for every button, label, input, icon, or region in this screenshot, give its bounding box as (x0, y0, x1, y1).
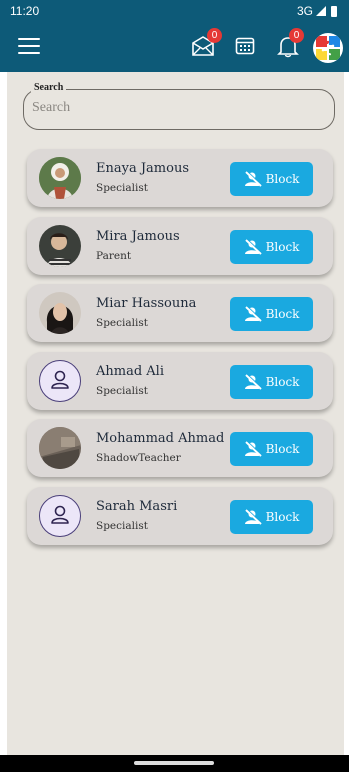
status-bar: 11:20 3G (0, 0, 349, 22)
user-list-screen: Search Enaya Jamous Specialist Block (7, 72, 344, 755)
block-label: Block (265, 172, 300, 186)
user-card: Enaya Jamous Specialist Block (27, 149, 333, 207)
signal-icon (316, 6, 326, 16)
avatar (39, 225, 81, 267)
block-button[interactable]: Block (230, 432, 313, 466)
user-role: Specialist (96, 520, 148, 532)
puzzle-logo-icon (316, 36, 340, 60)
network-label: 3G (296, 4, 313, 18)
avatar (39, 292, 81, 334)
user-role: Specialist (96, 182, 148, 194)
status-indicators: 3G (297, 4, 337, 18)
user-name: Sarah Masri (96, 499, 178, 514)
search-label: Search (31, 82, 67, 93)
app-bar: 0 0 (0, 22, 349, 72)
person-icon (51, 370, 69, 389)
block-label: Block (265, 375, 300, 389)
user-card: Sarah Masri Specialist Block (27, 487, 333, 545)
user-card: Ahmad Ali Specialist Block (27, 352, 333, 410)
user-card: Miar Hassouna Specialist Block (27, 284, 333, 342)
block-button[interactable]: Block (230, 230, 313, 264)
user-role: ShadowTeacher (96, 452, 181, 464)
menu-icon[interactable] (18, 38, 40, 56)
user-name: Mira Jamous (96, 229, 180, 244)
user-role: Specialist (96, 385, 148, 397)
status-time: 11:20 (10, 4, 40, 18)
user-card: Mohammad Ahmad ShadowTeacher Block (27, 419, 333, 477)
messages-badge: 0 (207, 28, 222, 43)
avatar (39, 157, 81, 199)
block-label: Block (265, 240, 300, 254)
app-logo[interactable] (313, 33, 343, 63)
calendar-icon[interactable] (235, 36, 255, 56)
block-button[interactable]: Block (230, 500, 313, 534)
avatar (39, 427, 81, 469)
home-gesture-handle[interactable] (134, 761, 214, 765)
block-label: Block (265, 307, 300, 321)
notifications-badge: 0 (289, 28, 304, 43)
user-name: Miar Hassouna (96, 296, 197, 311)
block-button[interactable]: Block (230, 297, 313, 331)
block-button[interactable]: Block (230, 365, 313, 399)
block-user-icon (244, 171, 262, 187)
user-name: Ahmad Ali (96, 364, 164, 379)
user-role: Specialist (96, 317, 148, 329)
block-button[interactable]: Block (230, 162, 313, 196)
block-user-icon (244, 441, 262, 457)
search-field[interactable]: Search (23, 82, 335, 130)
block-user-icon (244, 509, 262, 525)
left-margin (0, 72, 7, 755)
block-label: Block (265, 442, 300, 456)
block-user-icon (244, 239, 262, 255)
user-role: Parent (96, 250, 132, 262)
system-nav-bar (0, 755, 349, 772)
user-name: Enaya Jamous (96, 161, 189, 176)
right-margin (344, 72, 349, 755)
battery-icon (331, 5, 337, 17)
avatar (39, 360, 81, 402)
user-name: Mohammad Ahmad (96, 431, 225, 446)
block-user-icon (244, 306, 262, 322)
avatar (39, 495, 81, 537)
block-user-icon (244, 374, 262, 390)
user-card: Mira Jamous Parent Block (27, 217, 333, 275)
person-icon (51, 505, 69, 524)
search-input[interactable] (32, 100, 322, 116)
block-label: Block (265, 510, 300, 524)
